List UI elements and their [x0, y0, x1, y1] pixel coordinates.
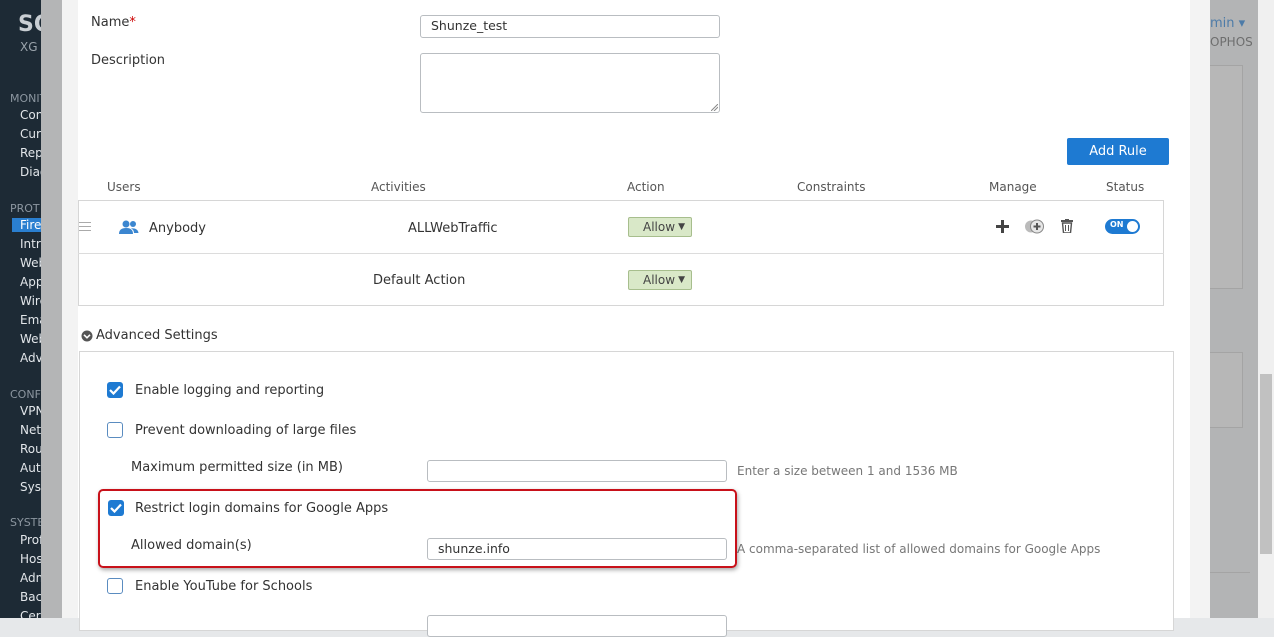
nav-item[interactable]: Rep: [20, 146, 41, 160]
name-label: Name*: [91, 15, 136, 30]
nav-item[interactable]: Prof: [20, 533, 41, 547]
add-rule-button[interactable]: Add Rule: [1067, 138, 1169, 165]
toggle-knob: [1127, 221, 1138, 232]
nav-item[interactable]: Netv: [20, 423, 41, 437]
column-header-activities: Activities: [371, 180, 426, 194]
column-header-status: Status: [1106, 180, 1145, 194]
description-label: Description: [91, 53, 166, 68]
nav-item[interactable]: Rou: [20, 442, 41, 456]
nav-section-system: SYSTE: [10, 516, 41, 529]
youtube-schools-checkbox[interactable]: [107, 578, 123, 594]
toggle-on-label: ON: [1110, 220, 1124, 229]
nav-item[interactable]: Syst: [20, 480, 41, 494]
default-action-label: Default Action: [373, 273, 466, 288]
users-group-icon: [119, 220, 139, 234]
highlight-annotation: [98, 489, 737, 568]
nav-item[interactable]: VPN: [20, 404, 41, 418]
rule-user: Anybody: [149, 221, 206, 236]
nav-item[interactable]: Wire: [20, 294, 41, 308]
nav-section-monitor: MONIT: [10, 92, 41, 105]
rule-action-dropdown[interactable]: Allow ▼: [628, 217, 692, 237]
page-scrollbar[interactable]: [1258, 0, 1274, 618]
caret-down-icon: ▼: [678, 275, 685, 285]
nav-item[interactable]: Intru: [20, 237, 41, 251]
nav-section-protect: PROT: [10, 202, 40, 215]
nav-item[interactable]: Bac: [20, 590, 41, 604]
required-asterisk: *: [129, 15, 136, 30]
nav-section-configure: CONF: [10, 388, 41, 401]
nav-item[interactable]: Cert: [20, 609, 41, 618]
description-textarea[interactable]: [420, 53, 720, 113]
drag-handle-icon[interactable]: [79, 222, 91, 234]
youtube-id-input[interactable]: [427, 615, 727, 637]
nav-item[interactable]: Web: [20, 256, 41, 270]
chevron-down-circle-icon[interactable]: [81, 330, 93, 342]
background-sidebar: SO XG MONIT Con Curr Rep Diag PROT Fire …: [0, 0, 41, 618]
add-icon[interactable]: [996, 220, 1009, 233]
max-size-label: Maximum permitted size (in MB): [131, 460, 344, 475]
column-header-users: Users: [107, 180, 141, 194]
enable-logging-label: Enable logging and reporting: [135, 383, 325, 398]
column-header-action: Action: [627, 180, 665, 194]
row-divider: [78, 253, 1164, 254]
brand-logo: SO: [18, 12, 41, 37]
prevent-download-checkbox[interactable]: [107, 422, 123, 438]
nav-item[interactable]: App: [20, 275, 41, 289]
nav-item[interactable]: Adv: [20, 351, 41, 365]
prevent-download-label: Prevent downloading of large files: [135, 423, 357, 438]
column-header-manage: Manage: [989, 180, 1037, 194]
brand-logo-sub: XG: [20, 40, 38, 54]
default-action-value: Allow: [643, 273, 676, 287]
nav-item[interactable]: Ema: [20, 313, 41, 327]
nav-item-active[interactable]: Fire: [12, 218, 41, 232]
enable-logging-checkbox[interactable]: [107, 382, 123, 398]
default-action-dropdown[interactable]: Allow ▼: [628, 270, 692, 290]
nav-item[interactable]: Diag: [20, 165, 41, 179]
allowed-domains-hint: A comma-separated list of allowed domain…: [737, 542, 1101, 556]
max-size-input[interactable]: [427, 460, 727, 482]
nav-item[interactable]: Auth: [20, 461, 41, 475]
nav-item[interactable]: Curr: [20, 127, 41, 141]
caret-down-icon: ▼: [678, 222, 685, 232]
status-toggle[interactable]: ON: [1105, 219, 1140, 234]
nav-item[interactable]: Web: [20, 332, 41, 346]
delete-icon[interactable]: [1061, 219, 1073, 233]
rule-action-value: Allow: [643, 220, 676, 234]
youtube-schools-label: Enable YouTube for Schools: [135, 579, 313, 594]
nav-item[interactable]: Hos: [20, 552, 41, 566]
nav-item[interactable]: Con: [20, 108, 41, 122]
max-size-hint: Enter a size between 1 and 1536 MB: [737, 464, 958, 478]
advanced-settings-toggle[interactable]: Advanced Settings: [96, 328, 218, 343]
resize-handle-icon[interactable]: [711, 104, 718, 111]
add-exception-icon[interactable]: [1024, 219, 1046, 234]
name-input[interactable]: Shunze_test: [420, 15, 720, 38]
rule-activity: ALLWebTraffic: [408, 221, 498, 236]
checkmark-icon: [109, 385, 121, 395]
nav-item[interactable]: Adm: [20, 571, 41, 585]
column-header-constraints: Constraints: [797, 180, 866, 194]
scrollbar-thumb[interactable]: [1260, 374, 1272, 554]
